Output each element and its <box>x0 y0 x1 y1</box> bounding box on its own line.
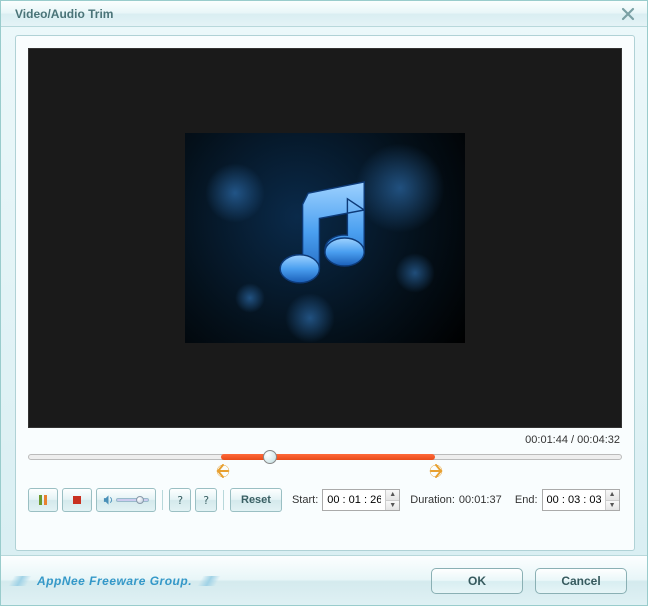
controls-row: ? ? Reset Start: ▲ ▼ Duration: 00:01:37 … <box>28 488 622 512</box>
watermark-text: AppNee Freeware Group. <box>21 571 208 591</box>
cancel-button[interactable]: Cancel <box>535 568 627 594</box>
duration-value: 00:01:37 <box>459 494 511 506</box>
trim-slider[interactable] <box>28 450 622 480</box>
time-display: 00:01:44 / 00:04:32 <box>28 434 620 446</box>
titlebar: Video/Audio Trim <box>1 1 647 27</box>
set-start-button[interactable]: ? <box>169 488 191 512</box>
end-time-field[interactable]: ▲ ▼ <box>542 489 620 511</box>
end-spin-down[interactable]: ▼ <box>606 501 619 511</box>
end-time-input[interactable] <box>543 490 605 510</box>
total-time: 00:04:32 <box>577 434 620 446</box>
volume-thumb[interactable] <box>136 496 144 504</box>
start-label: Start: <box>292 494 318 506</box>
volume-control[interactable] <box>96 488 156 512</box>
end-spin-up[interactable]: ▲ <box>606 490 619 501</box>
start-time-input[interactable] <box>323 490 385 510</box>
end-label: End: <box>515 494 538 506</box>
content-frame: 00:01:44 / 00:04:32 <box>15 35 635 551</box>
playhead-thumb[interactable] <box>263 450 277 464</box>
bracket-in-icon <box>216 464 230 478</box>
current-time: 00:01:44 <box>525 434 568 446</box>
stop-button[interactable] <box>62 488 92 512</box>
duration-label: Duration: <box>410 494 455 506</box>
start-spin-down[interactable]: ▼ <box>386 501 399 511</box>
album-art-placeholder <box>185 133 465 343</box>
trim-end-handle[interactable] <box>428 463 444 479</box>
window-title: Video/Audio Trim <box>15 7 113 21</box>
pause-icon <box>37 494 49 506</box>
music-note-icon <box>255 168 395 308</box>
ok-button[interactable]: OK <box>431 568 523 594</box>
bracket-out-icon <box>429 464 443 478</box>
speaker-icon <box>103 494 114 506</box>
preview-area <box>28 48 622 428</box>
close-button[interactable] <box>617 5 639 23</box>
reset-button[interactable]: Reset <box>230 488 282 512</box>
stop-icon <box>71 494 83 506</box>
footer: AppNee Freeware Group. OK Cancel <box>1 555 647 605</box>
close-icon <box>621 7 635 21</box>
selection-range <box>221 454 435 460</box>
start-spin-up[interactable]: ▲ <box>386 490 399 501</box>
volume-track[interactable] <box>116 498 149 502</box>
trim-start-handle[interactable] <box>215 463 231 479</box>
dialog-window: Video/Audio Trim <box>0 0 648 606</box>
play-pause-button[interactable] <box>28 488 58 512</box>
start-time-field[interactable]: ▲ ▼ <box>322 489 400 511</box>
set-end-button[interactable]: ? <box>195 488 217 512</box>
